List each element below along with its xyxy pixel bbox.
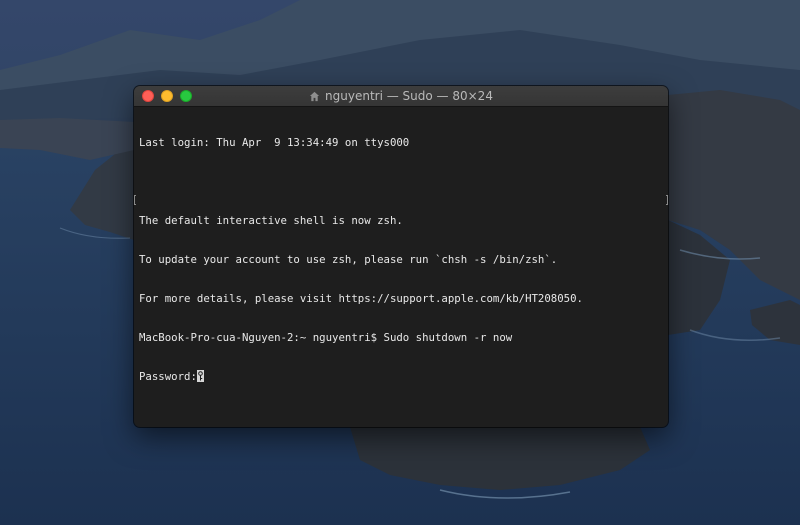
password-line[interactable]: Password:	[139, 370, 664, 383]
password-prompt: Password:	[139, 370, 197, 383]
desktop: nguyentri — Sudo — 80×24 Last login: Thu…	[0, 0, 800, 525]
terminal-line: MacBook-Pro-cua-Nguyen-2:~ nguyentri$ Su…	[139, 331, 513, 344]
terminal-window[interactable]: nguyentri — Sudo — 80×24 Last login: Thu…	[134, 86, 668, 427]
zoom-button[interactable]	[180, 90, 192, 102]
window-title: nguyentri — Sudo — 80×24	[309, 89, 493, 103]
house-icon	[309, 91, 320, 101]
terminal-line: To update your account to use zsh, pleas…	[139, 253, 558, 266]
terminal-line: For more details, please visit https://s…	[139, 292, 583, 305]
close-button[interactable]	[142, 90, 154, 102]
mark-bracket-right	[666, 195, 668, 205]
terminal-output[interactable]: Last login: Thu Apr 9 13:34:49 on ttys00…	[134, 107, 668, 427]
terminal-line: Last login: Thu Apr 9 13:34:49 on ttys00…	[139, 136, 410, 149]
window-controls	[142, 90, 192, 102]
key-icon	[196, 370, 204, 382]
minimize-button[interactable]	[161, 90, 173, 102]
terminal-line: The default interactive shell is now zsh…	[139, 214, 403, 227]
window-title-text: nguyentri — Sudo — 80×24	[325, 89, 493, 103]
title-bar[interactable]: nguyentri — Sudo — 80×24	[134, 86, 668, 107]
mark-bracket-left	[134, 195, 136, 205]
